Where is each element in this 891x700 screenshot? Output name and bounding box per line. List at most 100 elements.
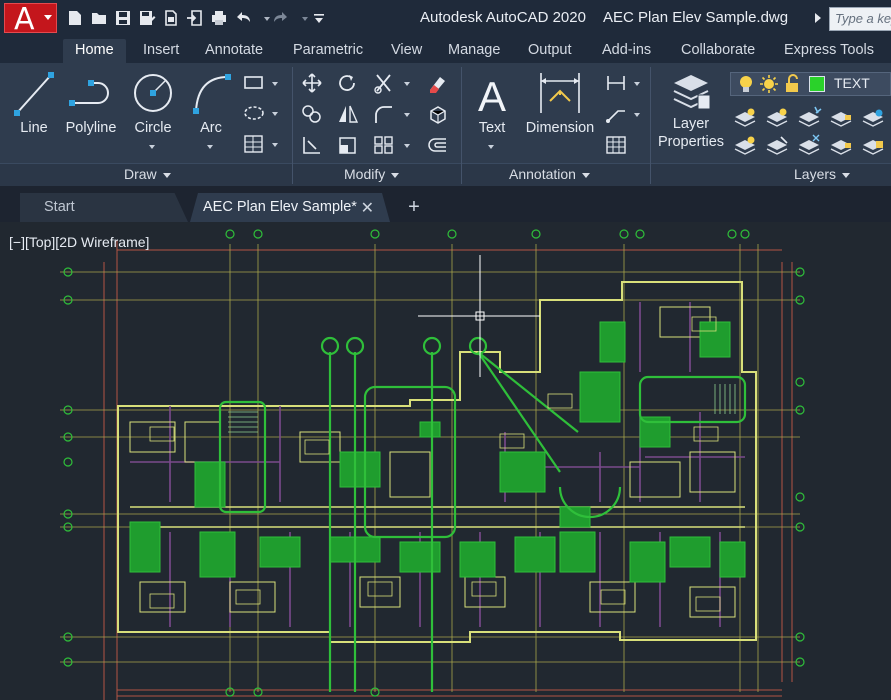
trim-icon[interactable]: [372, 72, 396, 94]
tab-add-ins[interactable]: Add-ins: [602, 39, 651, 63]
arc-label: Arc: [200, 120, 222, 136]
line-button[interactable]: Line: [10, 69, 58, 137]
file-tabs: Start AEC Plan Elev Sample* ✕: [0, 186, 891, 222]
layer-properties-button[interactable]: Layer Properties: [656, 69, 726, 151]
tab-annotate[interactable]: Annotate: [205, 39, 263, 63]
layer-properties-icon: [673, 75, 711, 110]
document-title: AEC Plan Elev Sample.dwg: [603, 9, 789, 26]
annotation-panel-title[interactable]: Annotation: [509, 166, 590, 186]
drawing-canvas[interactable]: [−][Top][2D Wireframe]: [0, 222, 891, 700]
hatch-icon[interactable]: [242, 102, 266, 124]
chevron-right-icon[interactable]: [815, 13, 821, 23]
layer-properties-label-line2: Properties: [657, 134, 725, 150]
sun-icon: [760, 75, 778, 93]
tab-drawing[interactable]: AEC Plan Elev Sample* ✕: [190, 193, 390, 222]
save-icon[interactable]: [114, 9, 132, 27]
move-icon[interactable]: [300, 72, 324, 94]
array-icon[interactable]: [372, 134, 396, 156]
layer-properties-label-line1: Layer: [672, 116, 710, 132]
rectangle-icon[interactable]: [242, 72, 266, 94]
panel-divider: [461, 67, 462, 184]
tab-output[interactable]: Output: [528, 39, 572, 63]
title-bar: A Autodesk AutoCAD 2020 AEC Plan Elev Sa…: [0, 0, 891, 37]
current-layer-name: TEXT: [834, 75, 870, 91]
table-grid-icon[interactable]: [242, 133, 266, 155]
chevron-down-icon[interactable]: [634, 113, 640, 117]
draw-panel-label: Draw: [124, 166, 157, 182]
line-label: Line: [20, 120, 48, 136]
redo-icon[interactable]: [272, 9, 290, 27]
offset-icon[interactable]: [426, 134, 450, 156]
undo-dropdown-icon[interactable]: [258, 9, 270, 27]
chevron-down-icon: [44, 15, 52, 20]
table-icon[interactable]: [604, 134, 628, 156]
customize-icon[interactable]: [310, 9, 328, 27]
tab-start[interactable]: Start: [20, 193, 188, 222]
arc-icon: [193, 74, 231, 114]
annotation-panel-label: Annotation: [509, 166, 576, 182]
circle-label: Circle: [134, 120, 172, 136]
modify-panel-label: Modify: [344, 166, 386, 182]
modify-panel-title[interactable]: Modify: [344, 166, 400, 186]
open-icon[interactable]: [90, 9, 108, 27]
new-icon[interactable]: [66, 9, 84, 27]
layer-tools-group[interactable]: [733, 105, 891, 165]
chevron-down-icon[interactable]: [272, 112, 278, 116]
text-label: Text: [478, 120, 506, 136]
publish-icon[interactable]: [162, 9, 180, 27]
import-icon[interactable]: [186, 9, 204, 27]
tab-home[interactable]: Home: [63, 39, 126, 63]
tab-view[interactable]: View: [391, 39, 422, 63]
rotate-icon[interactable]: [336, 72, 360, 94]
panel-divider: [650, 67, 651, 184]
scale-icon[interactable]: [336, 134, 360, 156]
drawing-tab-label: AEC Plan Elev Sample*: [203, 199, 357, 215]
viewport-controls[interactable]: [−][Top][2D Wireframe]: [9, 234, 149, 250]
panel-divider: [292, 67, 293, 184]
text-icon: A: [478, 73, 506, 119]
tab-insert[interactable]: Insert: [143, 39, 179, 63]
search-input[interactable]: Type a keyword: [829, 7, 891, 31]
arc-button[interactable]: Arc: [188, 69, 234, 149]
ribbon-tabs: Home Insert Annotate Parametric View Man…: [0, 36, 891, 63]
stair-outlines: [218, 336, 747, 692]
application-menu-button[interactable]: A: [4, 2, 57, 37]
chevron-down-icon[interactable]: [404, 113, 410, 117]
circle-icon: [134, 74, 172, 112]
tab-manage[interactable]: Manage: [448, 39, 500, 63]
leader-icon[interactable]: [604, 103, 628, 125]
explode-icon[interactable]: [426, 103, 450, 125]
text-button[interactable]: A Text: [470, 69, 514, 149]
erase-icon[interactable]: [426, 72, 450, 94]
polyline-button[interactable]: Polyline: [60, 69, 122, 137]
app-title: Autodesk AutoCAD 2020: [420, 9, 586, 26]
ribbon: Line Polyline Circle Arc Draw Modify A T…: [0, 63, 891, 186]
fillet-icon[interactable]: [372, 103, 396, 125]
chevron-down-icon[interactable]: [488, 145, 494, 149]
dimension-button[interactable]: Dimension: [522, 69, 598, 137]
undo-icon[interactable]: [234, 9, 252, 27]
save-as-icon[interactable]: [138, 9, 156, 27]
stretch-icon[interactable]: [300, 134, 324, 156]
close-icon[interactable]: ✕: [361, 198, 374, 218]
draw-panel-title[interactable]: Draw: [124, 166, 171, 186]
chevron-down-icon[interactable]: [272, 143, 278, 147]
new-tab-button[interactable]: +: [401, 194, 427, 220]
linear-dimension-icon[interactable]: [604, 72, 628, 94]
chevron-down-icon[interactable]: [149, 145, 155, 149]
mirror-icon[interactable]: [336, 103, 360, 125]
tab-collaborate[interactable]: Collaborate: [681, 39, 755, 63]
redo-dropdown-icon[interactable]: [296, 9, 308, 27]
chevron-down-icon[interactable]: [272, 82, 278, 86]
circle-button[interactable]: Circle: [128, 69, 178, 149]
chevron-down-icon[interactable]: [404, 82, 410, 86]
chevron-down-icon[interactable]: [404, 144, 410, 148]
chevron-down-icon[interactable]: [634, 82, 640, 86]
copy-icon[interactable]: [300, 103, 324, 125]
plot-icon[interactable]: [210, 9, 228, 27]
line-icon: [14, 72, 54, 116]
chevron-down-icon[interactable]: [207, 145, 213, 149]
tab-express-tools[interactable]: Express Tools: [784, 39, 874, 63]
tab-parametric[interactable]: Parametric: [293, 39, 363, 63]
layers-panel-title[interactable]: Layers: [794, 166, 851, 186]
